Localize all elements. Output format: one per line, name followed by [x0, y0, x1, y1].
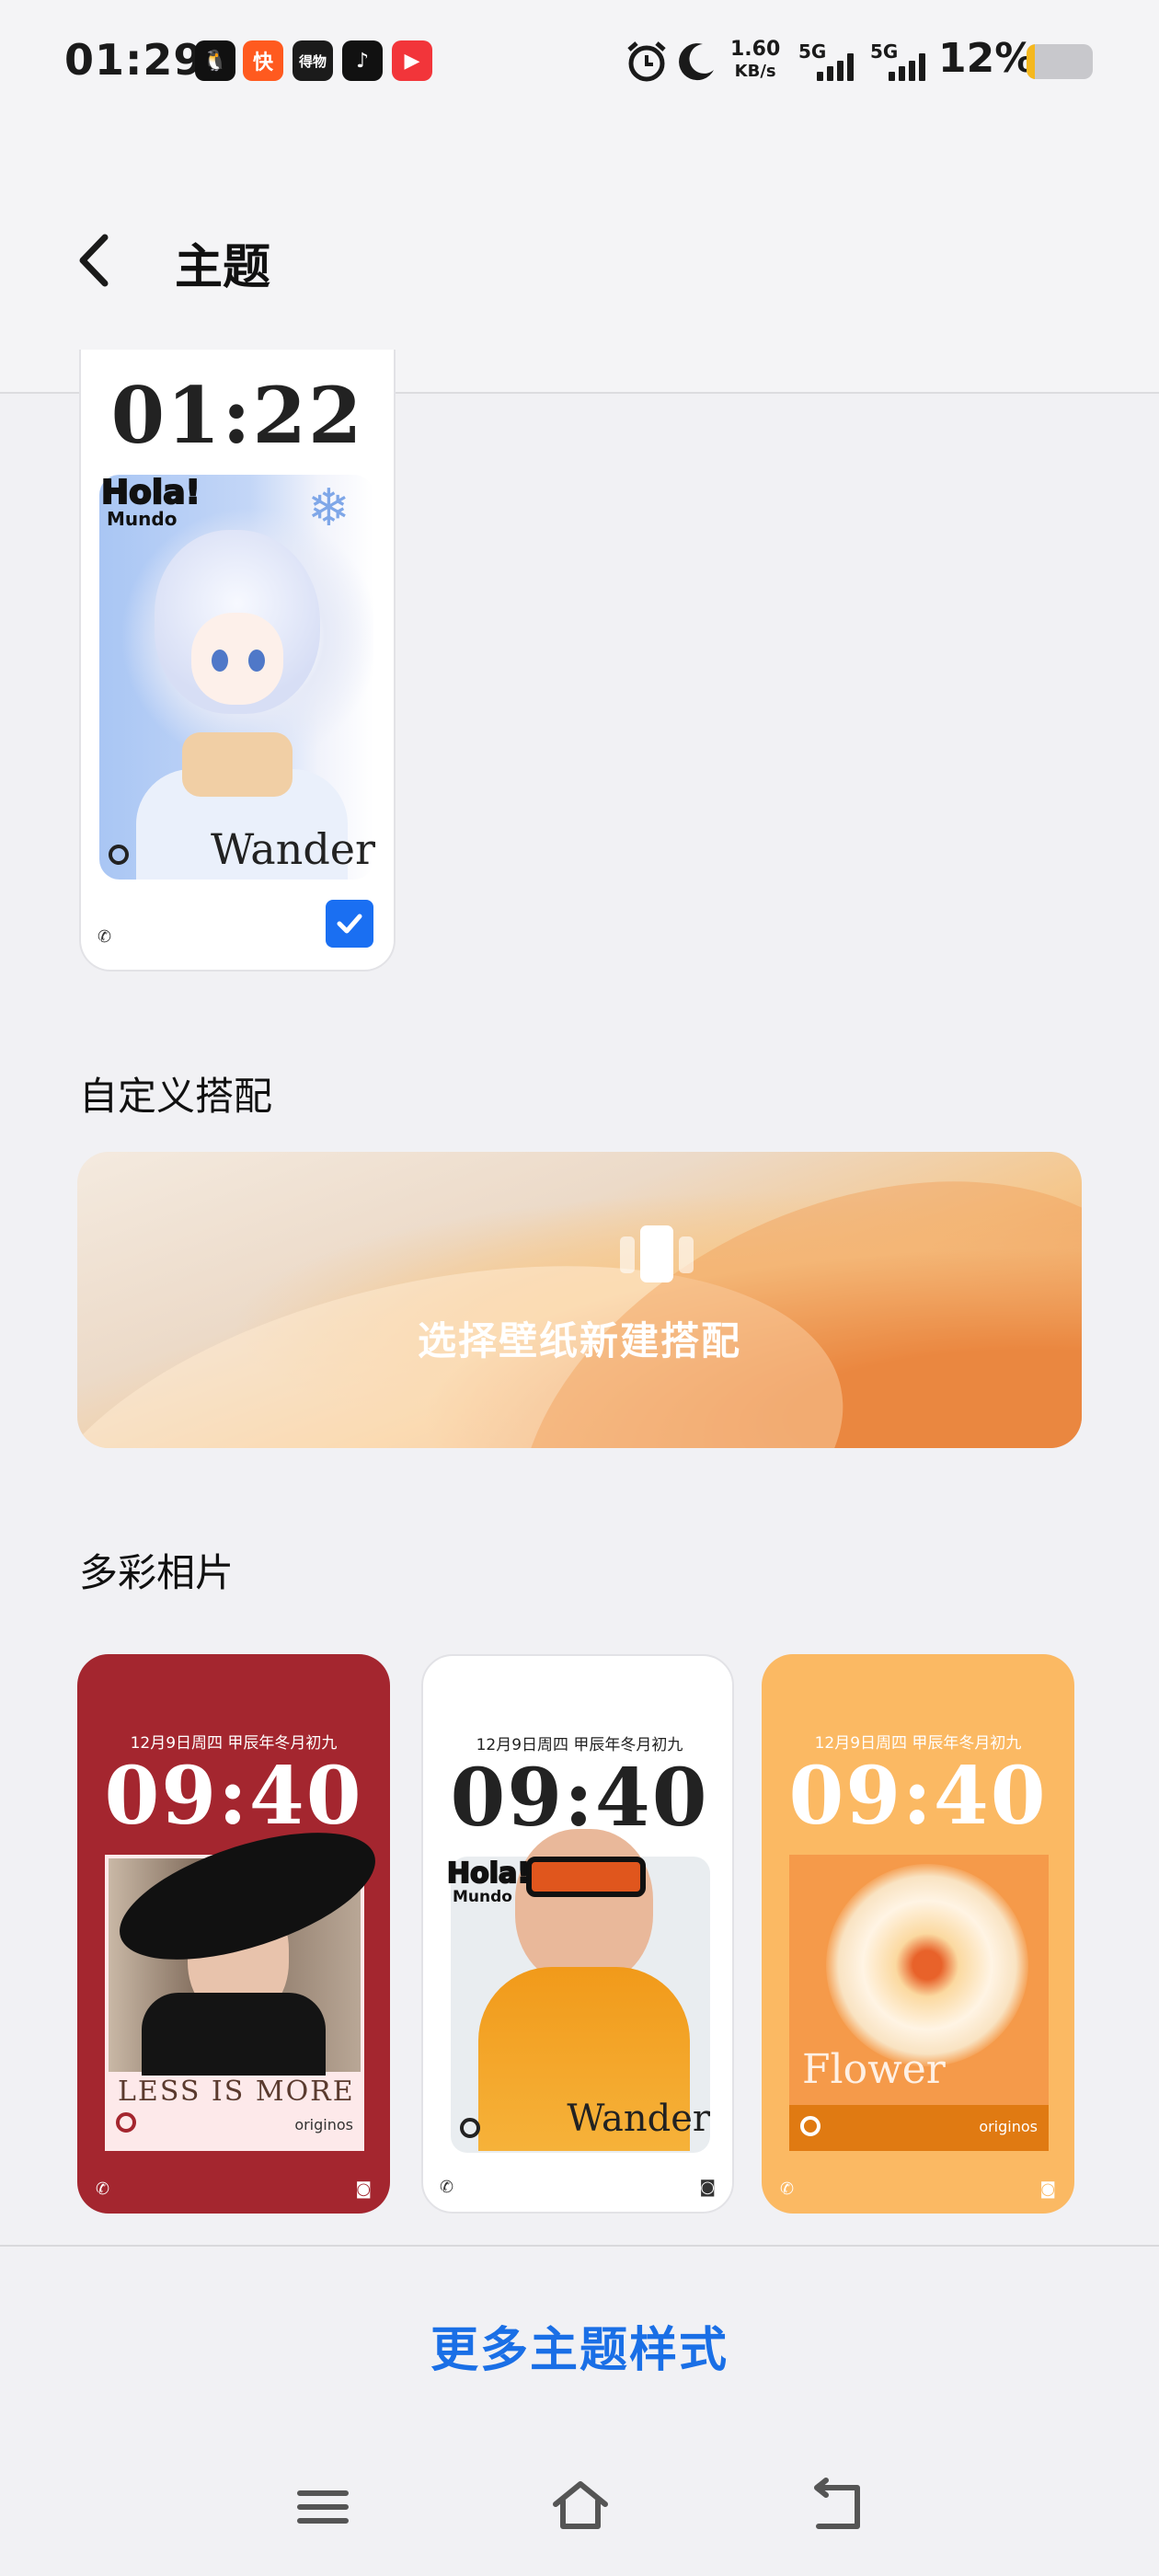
net-speed: 1.60 KB/s	[730, 39, 780, 83]
hola-mundo-badge: Hola! Mundo	[100, 474, 212, 532]
character-eye	[212, 650, 228, 672]
net-speed-unit: KB/s	[734, 62, 776, 81]
camera-icon: ◙	[1039, 2179, 1056, 2199]
photos-section-title: 多彩相片	[79, 1550, 235, 1595]
status-time: 01:29	[64, 35, 204, 85]
card-clock: 09:40	[788, 1750, 1048, 1843]
card-brand: originos	[979, 2118, 1038, 2135]
badge-line2: Mundo	[453, 1888, 512, 1906]
phone-icon: ✆	[440, 2178, 454, 2197]
battery-percent: 12%	[938, 35, 1036, 82]
ring-logo-icon	[109, 845, 129, 865]
menu-icon[interactable]	[291, 2475, 355, 2539]
wallpaper-phones-icon	[620, 1225, 694, 1282]
ring-logo-icon	[116, 2112, 136, 2133]
card-clock: 09:40	[104, 1750, 363, 1843]
card-photo-frame: LESS IS MORE originos	[105, 1806, 390, 2151]
signal-bars-1-icon	[817, 44, 854, 81]
character-face	[191, 613, 283, 705]
divider	[0, 2245, 1159, 2247]
ring-logo-icon	[460, 2118, 480, 2138]
hola-mundo-badge: Hola! Mundo	[446, 1857, 531, 1907]
portrait-face	[515, 1829, 653, 1985]
signature-text: Wander	[211, 824, 375, 874]
back-arrow-icon[interactable]	[68, 228, 123, 293]
signal-bars-2-icon	[889, 44, 925, 81]
qq-icon: 🐧	[195, 40, 235, 81]
phone-icon: ✆	[780, 2179, 795, 2199]
alarm-icon	[627, 41, 666, 82]
card-caption: LESS IS MORE	[118, 2076, 355, 2108]
phone-icon: ✆	[96, 2179, 110, 2199]
camera-icon: ◙	[699, 2178, 716, 2197]
battery-icon	[1027, 44, 1093, 79]
selected-check-icon	[326, 900, 373, 948]
card-photo-frame: Flower originos	[789, 1855, 1049, 2151]
more-themes-link[interactable]: 更多主题样式	[0, 2311, 1159, 2380]
photo-theme-card-wander[interactable]: 12月9日周四 甲辰年冬月初九 09:40 Wander Hola! Mundo…	[421, 1654, 734, 2214]
character-scarf	[182, 732, 293, 797]
page-title: 主题	[175, 240, 271, 295]
current-theme-wallpaper: ❄	[99, 475, 373, 880]
net-speed-value: 1.60	[730, 38, 781, 61]
ring-logo-icon	[800, 2116, 820, 2136]
flower-petals	[826, 1864, 1028, 2066]
create-combo-banner[interactable]: 选择壁纸新建搭配	[77, 1152, 1082, 1448]
badge-line2: Mundo	[107, 508, 178, 530]
banner-label: 选择壁纸新建搭配	[417, 1318, 741, 1363]
phone-icon: ✆	[98, 927, 112, 947]
kuaishou-icon: 快	[243, 40, 283, 81]
home-icon[interactable]	[548, 2475, 613, 2539]
back-nav-icon[interactable]	[806, 2475, 870, 2539]
status-bar: 01:29 🐧 快 得物 ♪ ▶ 1.60 KB/s 5G 5G 12%	[0, 0, 1159, 129]
photo-theme-card-flower[interactable]: 12月9日周四 甲辰年冬月初九 09:40 Flower originos ✆ …	[762, 1654, 1074, 2214]
card-caption: Wander	[567, 2098, 710, 2140]
video-app-icon: ▶	[392, 40, 432, 81]
camera-icon: ◙	[355, 2179, 372, 2199]
character-eye	[248, 650, 265, 672]
black-dress	[142, 1993, 326, 2076]
dnd-moon-icon	[679, 43, 714, 81]
card-brand: originos	[294, 2116, 353, 2133]
dewu-icon: 得物	[293, 40, 333, 81]
card-caption: Flower	[802, 2046, 946, 2093]
photo-theme-card-less-is-more[interactable]: 12月9日周四 甲辰年冬月初九 09:40 LESS IS MORE origi…	[77, 1654, 390, 2214]
custom-section-title: 自定义搭配	[79, 1074, 273, 1119]
snowflake-icon: ❄	[307, 478, 350, 538]
douyin-icon: ♪	[342, 40, 383, 81]
current-theme-clock: 01:22	[110, 370, 364, 461]
badge-line1: Hola!	[100, 474, 201, 512]
badge-line1: Hola!	[446, 1857, 531, 1890]
current-theme-card[interactable]: 01:22 ❄ Hola! Mundo Wander ✆	[79, 350, 396, 972]
orange-sunglasses	[526, 1857, 646, 1897]
